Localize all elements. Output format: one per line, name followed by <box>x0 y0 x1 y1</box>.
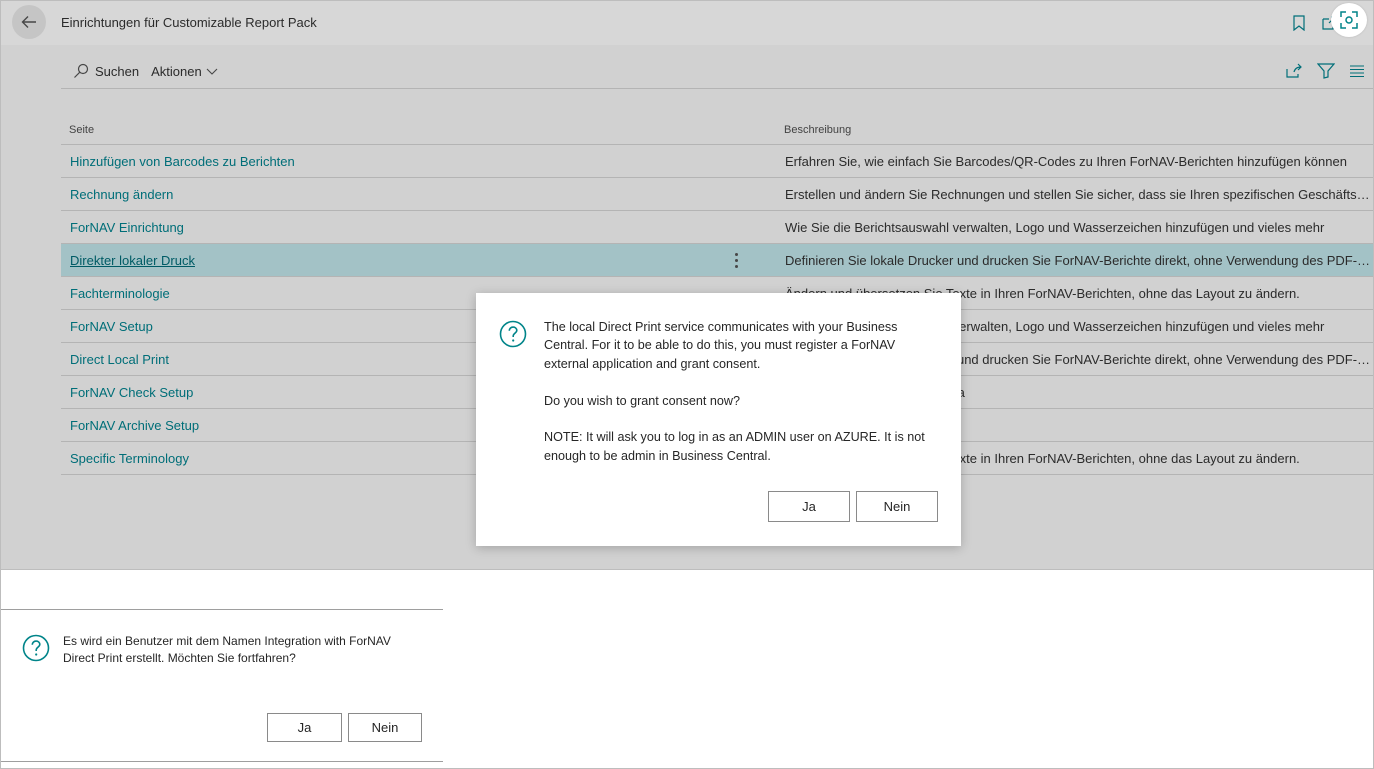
yes-button[interactable]: Ja <box>267 713 342 742</box>
question-icon <box>499 320 527 348</box>
focus-icon <box>1340 11 1358 29</box>
create-user-dialog: Es wird ein Benutzer mit dem Namen Integ… <box>0 609 443 762</box>
main-page: Einrichtungen für Customizable Report Pa… <box>0 0 1374 570</box>
yes-button[interactable]: Ja <box>768 491 850 522</box>
dialog-paragraph-3: NOTE: It will ask you to log in as an AD… <box>544 430 925 463</box>
dialog-message: The local Direct Print service communica… <box>544 318 934 484</box>
no-button[interactable]: Nein <box>348 713 422 742</box>
dialog-paragraph-1: The local Direct Print service communica… <box>544 320 898 371</box>
dialog2-message: Es wird ein Benutzer mit dem Namen Integ… <box>63 634 391 665</box>
consent-dialog: The local Direct Print service communica… <box>476 293 961 546</box>
no-button[interactable]: Nein <box>856 491 938 522</box>
focus-mode-button[interactable] <box>1331 3 1367 37</box>
question-icon <box>22 634 50 662</box>
dialog-paragraph-2: Do you wish to grant consent now? <box>544 393 741 408</box>
